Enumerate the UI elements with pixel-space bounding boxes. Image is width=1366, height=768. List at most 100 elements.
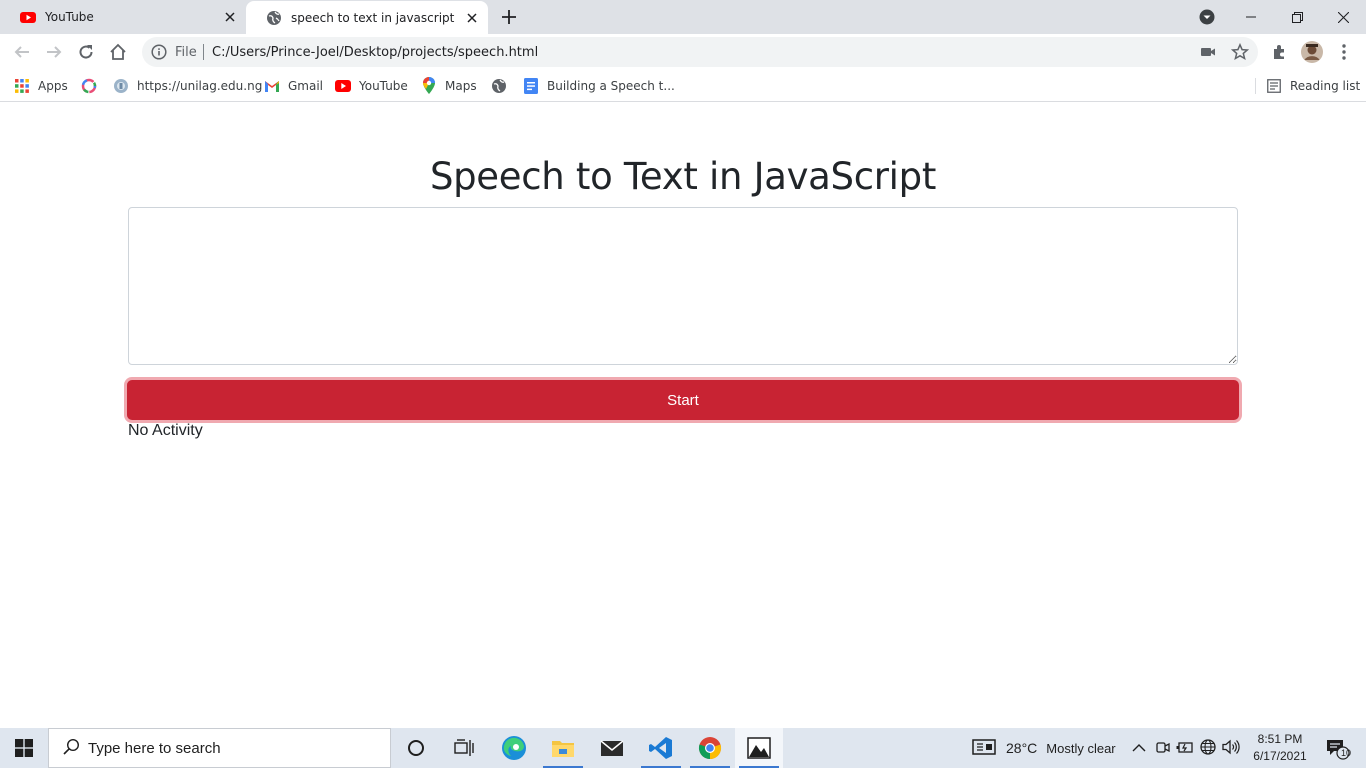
bookmark-label: Gmail bbox=[288, 79, 324, 93]
show-hidden-icons-chevron-up-icon[interactable] bbox=[1132, 741, 1146, 756]
taskbar-clock[interactable]: 8:51 PM 6/17/2021 bbox=[1248, 731, 1312, 765]
bookmark-star-icon[interactable] bbox=[1230, 42, 1250, 65]
windows-logo-icon bbox=[15, 739, 33, 757]
taskbar-search-box[interactable]: Type here to search bbox=[48, 728, 391, 768]
bookmark-youtube[interactable]: YouTube bbox=[335, 76, 408, 96]
search-icon bbox=[63, 738, 80, 759]
home-button[interactable] bbox=[106, 40, 130, 64]
mail-icon bbox=[600, 740, 624, 756]
notification-count-badge: 10 bbox=[1341, 748, 1352, 758]
home-icon bbox=[110, 43, 126, 60]
scheme-label: File bbox=[175, 45, 197, 60]
weather-widget[interactable]: 28°C Mostly clear bbox=[972, 728, 1116, 768]
tab-search-button[interactable] bbox=[1197, 7, 1217, 27]
close-tab-icon[interactable] bbox=[220, 7, 240, 27]
address-bar[interactable]: File C:/Users/Prince-Joel/Desktop/projec… bbox=[142, 37, 1258, 67]
reading-list-label: Reading list bbox=[1290, 79, 1361, 93]
youtube-icon bbox=[20, 9, 36, 25]
edge-icon bbox=[502, 736, 526, 760]
profile-avatar[interactable] bbox=[1300, 40, 1324, 64]
bookmark-label: YouTube bbox=[359, 79, 408, 93]
tab-title: speech to text in javascript bbox=[291, 10, 455, 25]
task-view-icon bbox=[454, 739, 474, 756]
bookmark-maps[interactable]: Maps bbox=[421, 76, 477, 96]
status-text: No Activity bbox=[128, 422, 203, 439]
avatar-icon bbox=[1301, 41, 1323, 63]
gmail-icon bbox=[264, 78, 280, 94]
vscode-app[interactable] bbox=[637, 728, 685, 768]
weather-condition: Mostly clear bbox=[1046, 740, 1116, 756]
bookmark-apps[interactable]: Apps bbox=[14, 76, 68, 96]
bookmark-colorful[interactable] bbox=[81, 76, 105, 96]
photos-icon bbox=[747, 737, 771, 759]
task-view-button[interactable] bbox=[440, 728, 488, 768]
bookmark-label: https://unilag.edu.ng bbox=[137, 79, 263, 93]
search-placeholder: Type here to search bbox=[88, 739, 221, 757]
bookmarks-bar: Apps https://unilag.edu.ng Gmail YouTube… bbox=[0, 70, 1366, 102]
restore-icon bbox=[1291, 11, 1303, 23]
folder-icon bbox=[552, 741, 574, 757]
divider bbox=[1255, 78, 1256, 94]
back-button[interactable] bbox=[10, 40, 34, 64]
meet-now-icon[interactable] bbox=[1156, 739, 1170, 758]
restore-button[interactable] bbox=[1274, 2, 1320, 32]
tab-strip: YouTube speech to text in javascript bbox=[0, 0, 1366, 34]
camera-icon[interactable] bbox=[1200, 44, 1216, 64]
menu-button[interactable] bbox=[1332, 40, 1356, 64]
reading-list-icon bbox=[1266, 78, 1282, 94]
bookmark-label: Building a Speech t... bbox=[547, 79, 675, 93]
tab-speech-to-text[interactable]: speech to text in javascript bbox=[246, 1, 488, 34]
page-viewport: Speech to Text in JavaScript Start No Ac… bbox=[0, 103, 1366, 728]
volume-icon[interactable] bbox=[1222, 739, 1240, 758]
bookmark-globe[interactable] bbox=[491, 76, 515, 96]
kebab-menu-icon bbox=[1342, 44, 1346, 60]
bookmark-label: Maps bbox=[445, 79, 477, 93]
bookmark-unilag[interactable]: https://unilag.edu.ng bbox=[113, 76, 262, 96]
apps-grid-icon bbox=[14, 78, 30, 94]
reload-button[interactable] bbox=[74, 40, 98, 64]
chrome-icon bbox=[698, 737, 722, 760]
close-window-button[interactable] bbox=[1320, 2, 1366, 32]
speech-textarea[interactable] bbox=[128, 207, 1238, 365]
reading-list-button[interactable]: Reading list bbox=[1266, 76, 1360, 96]
file-explorer-app[interactable] bbox=[539, 728, 587, 768]
docs-icon bbox=[523, 78, 539, 94]
cortana-button[interactable] bbox=[392, 728, 440, 768]
close-tab-icon[interactable] bbox=[462, 8, 482, 28]
back-arrow-icon bbox=[14, 46, 29, 58]
edge-app[interactable] bbox=[490, 728, 538, 768]
start-button[interactable]: Start bbox=[127, 380, 1239, 420]
info-icon[interactable] bbox=[151, 44, 167, 60]
extensions-button[interactable] bbox=[1268, 40, 1292, 64]
maps-icon bbox=[421, 77, 437, 94]
url-text[interactable]: C:/Users/Prince-Joel/Desktop/projects/sp… bbox=[212, 45, 538, 60]
cortana-circle-icon bbox=[408, 740, 424, 756]
close-icon bbox=[1337, 11, 1349, 23]
forward-button[interactable] bbox=[42, 40, 66, 64]
battery-icon[interactable] bbox=[1176, 740, 1194, 757]
weather-temp: 28°C bbox=[1006, 740, 1038, 756]
forward-arrow-icon bbox=[47, 46, 62, 58]
mail-app[interactable] bbox=[588, 728, 636, 768]
puzzle-icon bbox=[1274, 45, 1284, 59]
weather-icon bbox=[972, 738, 996, 759]
minimize-button[interactable] bbox=[1228, 2, 1274, 32]
chevron-down-icon bbox=[1199, 9, 1215, 25]
reload-icon bbox=[79, 45, 93, 59]
new-tab-button[interactable] bbox=[497, 5, 521, 29]
minimize-icon bbox=[1246, 16, 1256, 18]
bookmark-building-speech[interactable]: Building a Speech t... bbox=[523, 76, 675, 96]
system-tray bbox=[1132, 728, 1240, 768]
page-title: Speech to Text in JavaScript bbox=[429, 155, 937, 198]
network-globe-icon[interactable] bbox=[1200, 738, 1216, 758]
clock-date: 6/17/2021 bbox=[1253, 749, 1307, 763]
bookmark-gmail[interactable]: Gmail bbox=[264, 76, 323, 96]
photos-app[interactable] bbox=[735, 728, 783, 768]
action-center-button[interactable]: 10 bbox=[1316, 728, 1360, 768]
tab-youtube[interactable]: YouTube bbox=[0, 0, 246, 34]
colorful-ring-icon bbox=[81, 78, 97, 94]
chrome-app[interactable] bbox=[686, 728, 734, 768]
unilag-icon bbox=[113, 78, 129, 94]
clock-time: 8:51 PM bbox=[1257, 732, 1303, 746]
start-button-windows[interactable] bbox=[0, 728, 48, 768]
